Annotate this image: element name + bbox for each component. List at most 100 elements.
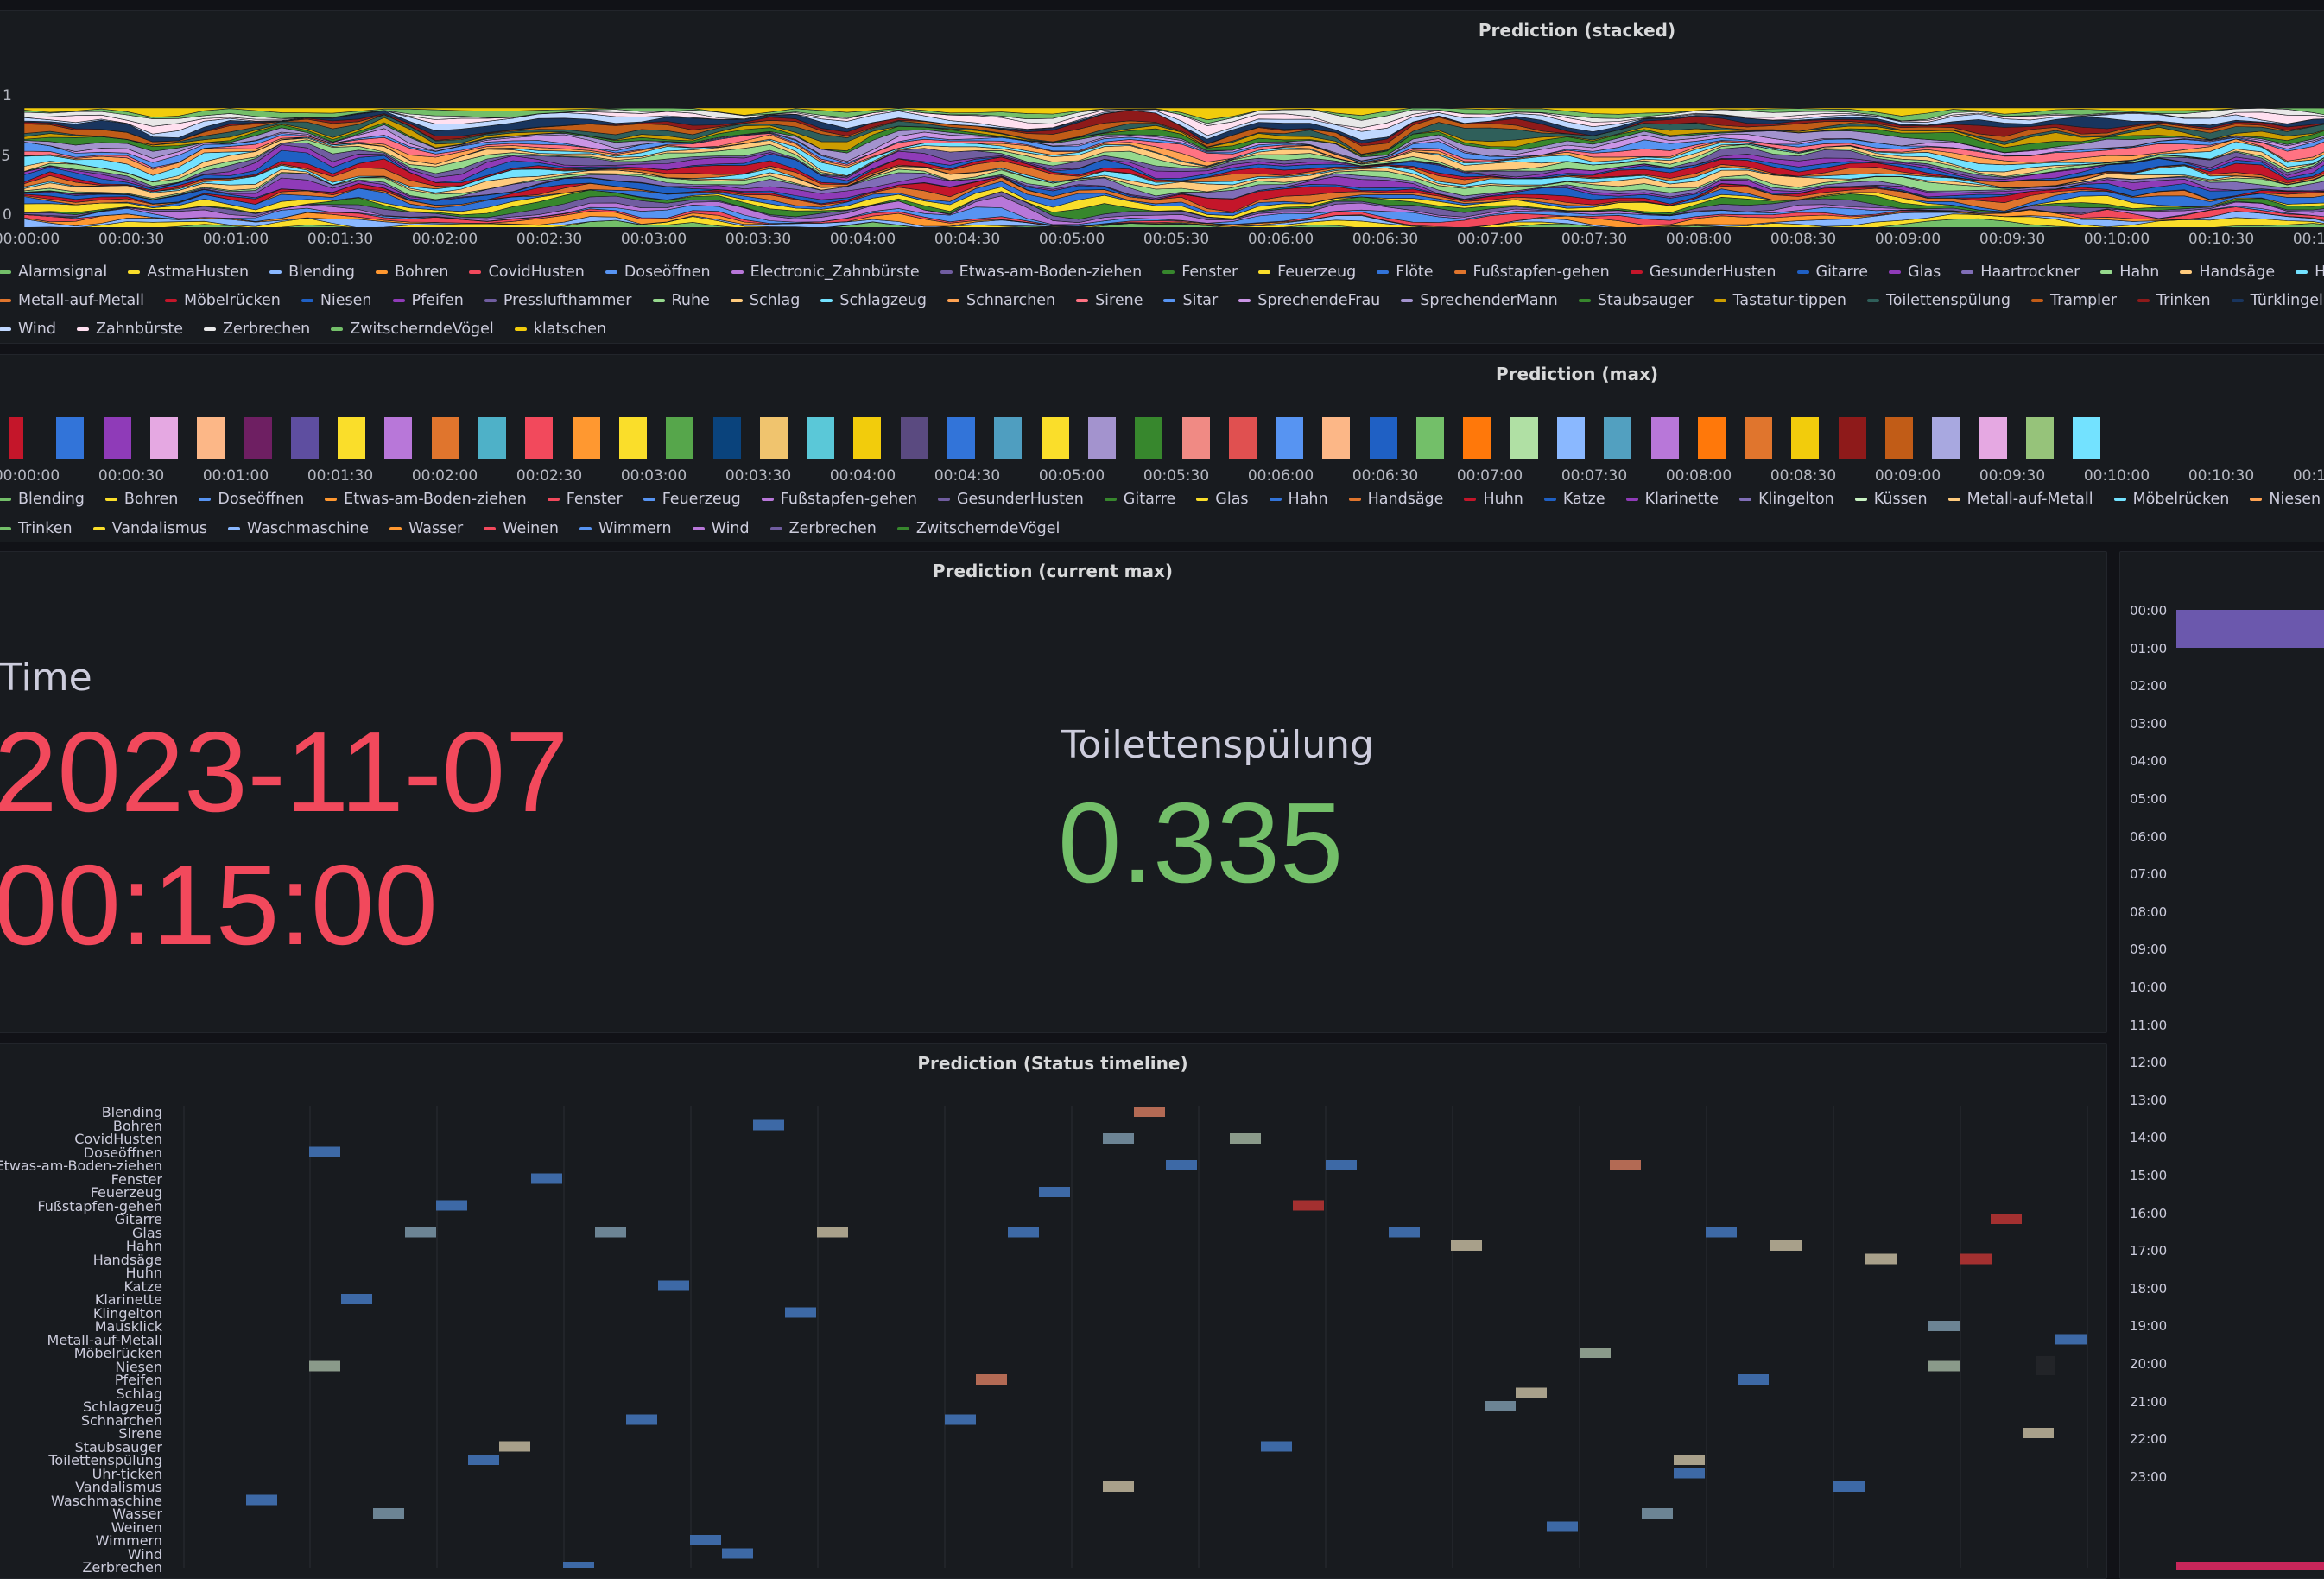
legend-item[interactable]: SprechendeFrau <box>1238 292 1380 309</box>
legend-item[interactable]: Flöte <box>1377 263 1434 281</box>
max-bar[interactable] <box>853 417 882 459</box>
max-bar[interactable] <box>1556 417 1585 459</box>
max-bar[interactable] <box>1181 417 1210 459</box>
panel-title[interactable]: Prediction (current max) <box>0 561 2106 581</box>
legend-item[interactable]: GesunderHusten <box>1630 263 1776 281</box>
max-bar[interactable] <box>1604 417 1632 459</box>
max-bar[interactable] <box>1369 417 1397 459</box>
max-bar[interactable] <box>947 417 975 459</box>
max-bar[interactable] <box>1791 417 1820 459</box>
max-bar[interactable] <box>1463 417 1491 459</box>
max-bar[interactable] <box>1228 417 1257 459</box>
legend-item[interactable]: Zerbrechen <box>769 520 877 536</box>
legend-item[interactable]: Metall-auf-Metall <box>1947 491 2093 508</box>
legend-item[interactable]: Handsäge <box>2180 263 2275 281</box>
legend-item[interactable]: Staubsauger <box>1578 292 1694 309</box>
legend-item[interactable]: Katze <box>1543 491 1605 508</box>
legend-item[interactable]: Gitarre <box>1104 491 1175 508</box>
legend-item[interactable]: Küssen <box>1854 491 1928 508</box>
legend-item[interactable]: Weinen <box>484 520 559 536</box>
legend-item[interactable]: Trinken <box>2137 292 2211 309</box>
legend-item[interactable]: Klarinette <box>1625 491 1719 508</box>
legend-item[interactable]: Wind <box>692 520 750 536</box>
max-bar[interactable] <box>2073 417 2101 459</box>
legend-item[interactable]: Vandalismus <box>92 520 207 536</box>
max-bar[interactable] <box>431 417 459 459</box>
legend-item[interactable]: ZwitscherndeVögel <box>331 320 494 338</box>
max-bar[interactable] <box>712 417 741 459</box>
max-bar[interactable] <box>338 417 366 459</box>
legend-item[interactable]: Doseöffnen <box>605 263 711 281</box>
legend-item[interactable]: SprechenderMann <box>1401 292 1558 309</box>
hour-bar-bottom[interactable] <box>2176 1562 2324 1570</box>
max-bar[interactable] <box>149 417 178 459</box>
legend-item[interactable]: Etwas-am-Boden-ziehen <box>325 491 527 508</box>
max-bar[interactable] <box>103 417 131 459</box>
legend-item[interactable]: Ruhe <box>652 292 710 309</box>
legend-item[interactable]: Möbelrücken <box>2113 491 2229 508</box>
max-bar[interactable] <box>1416 417 1444 459</box>
legend-item[interactable]: CovidHusten <box>469 263 585 281</box>
legend-item[interactable]: Metall-auf-Metall <box>0 292 144 309</box>
legend-item[interactable]: Bohren <box>375 263 448 281</box>
max-bars[interactable] <box>0 417 2324 460</box>
legend-item[interactable]: Glas <box>1889 263 1941 281</box>
legend-item[interactable]: Türklingel <box>2231 292 2323 309</box>
stacked-area-chart[interactable] <box>24 98 2324 227</box>
legend-item[interactable]: Fenster <box>1162 263 1238 281</box>
legend-item[interactable]: Niesen <box>301 292 372 309</box>
legend-item[interactable]: Zerbrechen <box>204 320 310 338</box>
max-bar[interactable] <box>525 417 554 459</box>
legend-item[interactable]: Wind <box>0 320 56 338</box>
max-bar[interactable] <box>2025 417 2054 459</box>
max-bar[interactable] <box>384 417 413 459</box>
max-bar[interactable] <box>900 417 928 459</box>
max-bar[interactable] <box>666 417 694 459</box>
legend-item[interactable]: Fußstapfen-gehen <box>761 491 917 508</box>
legend-item[interactable]: Huhn <box>2296 263 2324 281</box>
max-bar[interactable] <box>572 417 600 459</box>
max-bar[interactable] <box>1979 417 2007 459</box>
max-bar[interactable] <box>1745 417 1773 459</box>
max-bar[interactable] <box>994 417 1023 459</box>
legend-item[interactable]: Fenster <box>547 491 623 508</box>
legend-item[interactable]: Huhn <box>1464 491 1523 508</box>
max-bar[interactable] <box>1041 417 1069 459</box>
legend-item[interactable]: klatschen <box>514 320 606 338</box>
max-bar[interactable] <box>1697 417 1726 459</box>
max-bar[interactable] <box>1135 417 1163 459</box>
legend-item[interactable]: Haartrockner <box>1961 263 2080 281</box>
legend-item[interactable]: Blending <box>0 491 85 508</box>
legend-item[interactable]: AstmaHusten <box>128 263 249 281</box>
panel-title[interactable]: Prediction (Status timeline) <box>0 1053 2106 1074</box>
max-bar[interactable] <box>1932 417 1960 459</box>
panel-title[interactable]: Prediction (stacked) <box>0 20 2324 41</box>
legend-item[interactable]: Alarmsignal <box>0 263 107 281</box>
legend-item[interactable]: Niesen <box>2250 491 2321 508</box>
max-bar[interactable] <box>1510 417 1538 459</box>
legend-item[interactable]: Handsäge <box>1348 491 1443 508</box>
status-timeline-chart[interactable] <box>0 1106 2107 1568</box>
max-bar[interactable] <box>618 417 647 459</box>
legend-item[interactable]: Schlag <box>730 292 800 309</box>
max-bar[interactable] <box>759 417 788 459</box>
legend-item[interactable]: GesunderHusten <box>938 491 1084 508</box>
legend-item[interactable]: Klingelton <box>1739 491 1834 508</box>
legend-item[interactable]: Electronic_Zahnbürste <box>731 263 920 281</box>
legend-item[interactable]: Wasser <box>389 520 463 536</box>
legend-item[interactable]: Toilettenspülung <box>1867 292 2011 309</box>
legend-item[interactable]: Trampler <box>2030 292 2117 309</box>
legend-item[interactable]: Zahnbürste <box>76 320 183 338</box>
max-bar[interactable] <box>1087 417 1116 459</box>
hour-bar-00[interactable] <box>2176 610 2324 648</box>
legend-item[interactable]: Hahn <box>1269 491 1328 508</box>
legend-item[interactable]: Trinken <box>0 520 73 536</box>
max-bar[interactable] <box>290 417 319 459</box>
legend-item[interactable]: Fußstapfen-gehen <box>1453 263 1610 281</box>
legend-item[interactable]: Pfeifen <box>392 292 464 309</box>
max-bar[interactable] <box>197 417 225 459</box>
max-bar[interactable] <box>1885 417 1913 459</box>
max-bar[interactable] <box>1838 417 1866 459</box>
max-bar[interactable] <box>56 417 85 459</box>
legend-item[interactable]: Schlagzeug <box>820 292 927 309</box>
